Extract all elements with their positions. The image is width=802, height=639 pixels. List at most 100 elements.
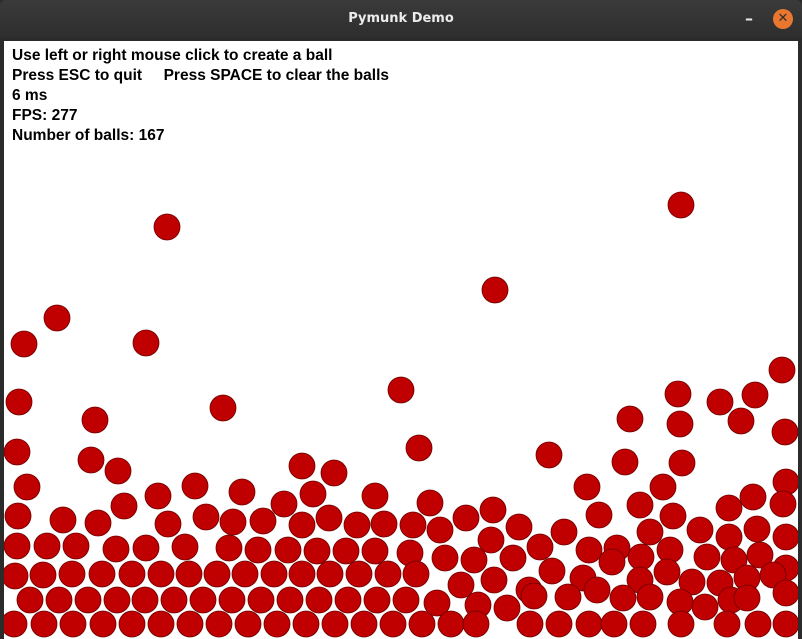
ball <box>345 560 373 588</box>
ball <box>771 418 798 446</box>
ball <box>402 560 430 588</box>
ball <box>480 566 508 594</box>
ball <box>102 535 130 563</box>
ball <box>171 533 199 561</box>
ball <box>575 536 603 564</box>
instruction-keys: Press ESC to quit Press SPACE to clear t… <box>12 67 390 84</box>
ball <box>215 534 243 562</box>
ball <box>772 579 798 607</box>
ball <box>392 586 420 614</box>
ball <box>160 586 188 614</box>
ball <box>611 448 639 476</box>
ball-count: Number of balls: 167 <box>12 127 165 144</box>
ball <box>627 543 655 571</box>
ball <box>305 586 333 614</box>
ball <box>13 473 41 501</box>
ball <box>192 503 220 531</box>
ball <box>247 586 275 614</box>
ball <box>45 586 73 614</box>
ball <box>154 510 182 538</box>
ball <box>379 610 407 638</box>
ball <box>29 561 57 589</box>
ball <box>276 586 304 614</box>
ball <box>234 610 262 638</box>
ball <box>4 502 32 530</box>
ball <box>727 407 755 435</box>
ball <box>629 610 657 638</box>
ball <box>274 536 302 564</box>
ball <box>4 562 29 590</box>
ball <box>181 472 209 500</box>
ball <box>263 610 291 638</box>
window-title: Pymunk Demo <box>348 11 454 26</box>
ball <box>408 610 436 638</box>
ball <box>370 510 398 538</box>
ball <box>667 191 695 219</box>
minimize-icon: – <box>745 9 753 28</box>
ball <box>769 490 797 518</box>
ball <box>288 511 316 539</box>
ball <box>505 513 533 541</box>
ball <box>292 610 320 638</box>
ball <box>481 276 509 304</box>
ball <box>636 518 664 546</box>
ball <box>104 457 132 485</box>
ball <box>43 304 71 332</box>
title-bar[interactable]: Pymunk Demo – ✕ <box>0 0 802 38</box>
ball <box>131 586 159 614</box>
ball <box>387 376 415 404</box>
ball <box>493 594 521 622</box>
ball <box>686 516 714 544</box>
ball <box>320 459 348 487</box>
ball <box>244 536 272 564</box>
ball <box>416 489 444 517</box>
simulation-canvas[interactable]: Use left or right mouse click to create … <box>4 41 798 639</box>
ball <box>299 480 327 508</box>
ball <box>147 610 175 638</box>
close-button[interactable]: ✕ <box>773 9 793 29</box>
ball <box>713 610 741 638</box>
ball <box>62 532 90 560</box>
ball <box>772 523 798 551</box>
ball <box>600 610 628 638</box>
ball <box>399 511 427 539</box>
ball <box>691 593 719 621</box>
ball <box>361 537 389 565</box>
ball <box>452 504 480 532</box>
ball <box>58 560 86 588</box>
ball <box>5 388 33 416</box>
fps-readout: FPS: 277 <box>12 107 78 124</box>
ball <box>545 610 573 638</box>
ball <box>175 560 203 588</box>
ball <box>33 532 61 560</box>
ball <box>575 610 603 638</box>
ball <box>477 526 505 554</box>
ball <box>664 380 692 408</box>
ball <box>16 586 44 614</box>
ball <box>176 610 204 638</box>
ball <box>447 571 475 599</box>
ball <box>538 557 566 585</box>
ball <box>573 473 601 501</box>
ball <box>332 537 360 565</box>
ball <box>715 523 743 551</box>
ball <box>260 560 288 588</box>
ball <box>77 446 105 474</box>
ball <box>343 511 371 539</box>
ball <box>74 586 102 614</box>
ball <box>110 492 138 520</box>
ball <box>205 610 233 638</box>
ball <box>516 610 544 638</box>
ball <box>59 610 87 638</box>
ball <box>270 490 298 518</box>
ball <box>288 560 316 588</box>
ball <box>49 506 77 534</box>
ball <box>598 548 626 576</box>
ball <box>81 406 109 434</box>
ball <box>147 560 175 588</box>
ball <box>520 582 548 610</box>
minimize-button[interactable]: – <box>739 9 759 29</box>
ball <box>649 473 677 501</box>
ball <box>739 483 767 511</box>
ball <box>88 560 116 588</box>
